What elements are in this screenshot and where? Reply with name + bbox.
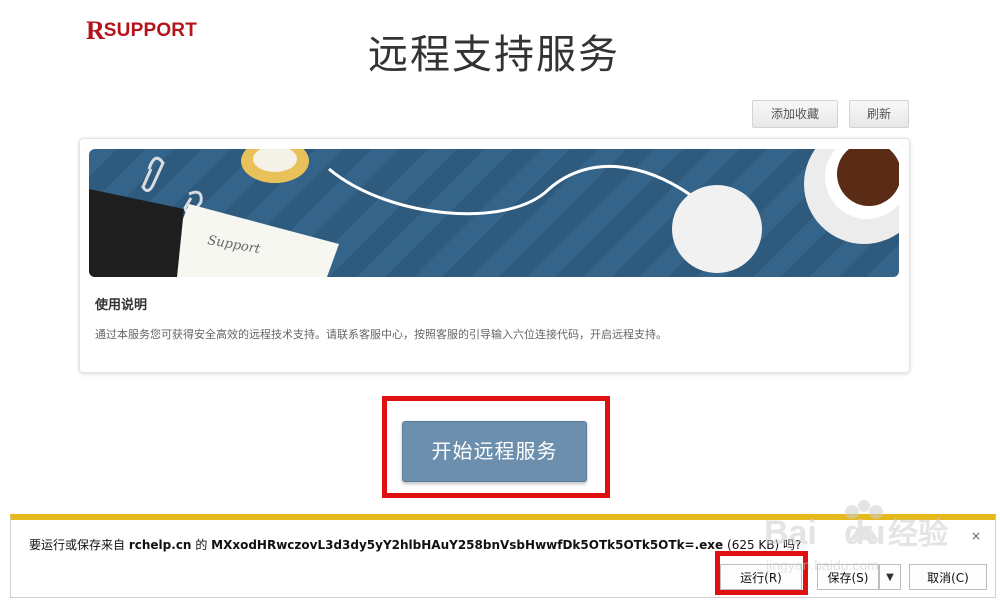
download-prefix: 要运行或保存来自 [29,538,126,552]
start-remote-service-button[interactable]: 开始远程服务 [402,421,587,482]
support-banner-image: Support [89,149,899,277]
page-title: 远程支持服务 [368,32,620,78]
add-bookmark-button[interactable]: 添加收藏 [752,100,838,128]
cancel-button[interactable]: 取消(C) [909,564,987,590]
mouse-icon [672,185,762,273]
download-de: 的 [195,538,208,552]
save-button[interactable]: 保存(S) [817,564,879,590]
usage-text: 通过本服务您可获得安全高效的远程技术支持。请联系客服中心，按照客服的引导输入六位… [95,328,667,341]
download-suffix: 吗? [783,538,802,552]
download-size: (625 KB) [727,538,780,552]
download-filename: MXxodHRwczovL3d3dy5yY2hlbHAuY258bnVsbHww… [211,538,724,552]
refresh-button[interactable]: 刷新 [849,100,909,128]
download-message: 要运行或保存来自 rchelp.cn 的 MXxodHRwczovL3d3dy5… [29,536,801,553]
run-button-highlight [715,551,808,595]
info-card: Support 使用说明 通过本服务您可获得安全高效的远程技术支持。请联系客服中… [79,138,910,373]
download-domain: rchelp.cn [128,538,192,552]
download-notification-bar: 要运行或保存来自 rchelp.cn 的 MXxodHRwczovL3d3dy5… [10,514,996,598]
usage-title: 使用说明 [95,298,148,313]
close-icon[interactable]: × [971,529,981,543]
save-options-chevron-down-icon[interactable]: ▼ [879,564,901,590]
